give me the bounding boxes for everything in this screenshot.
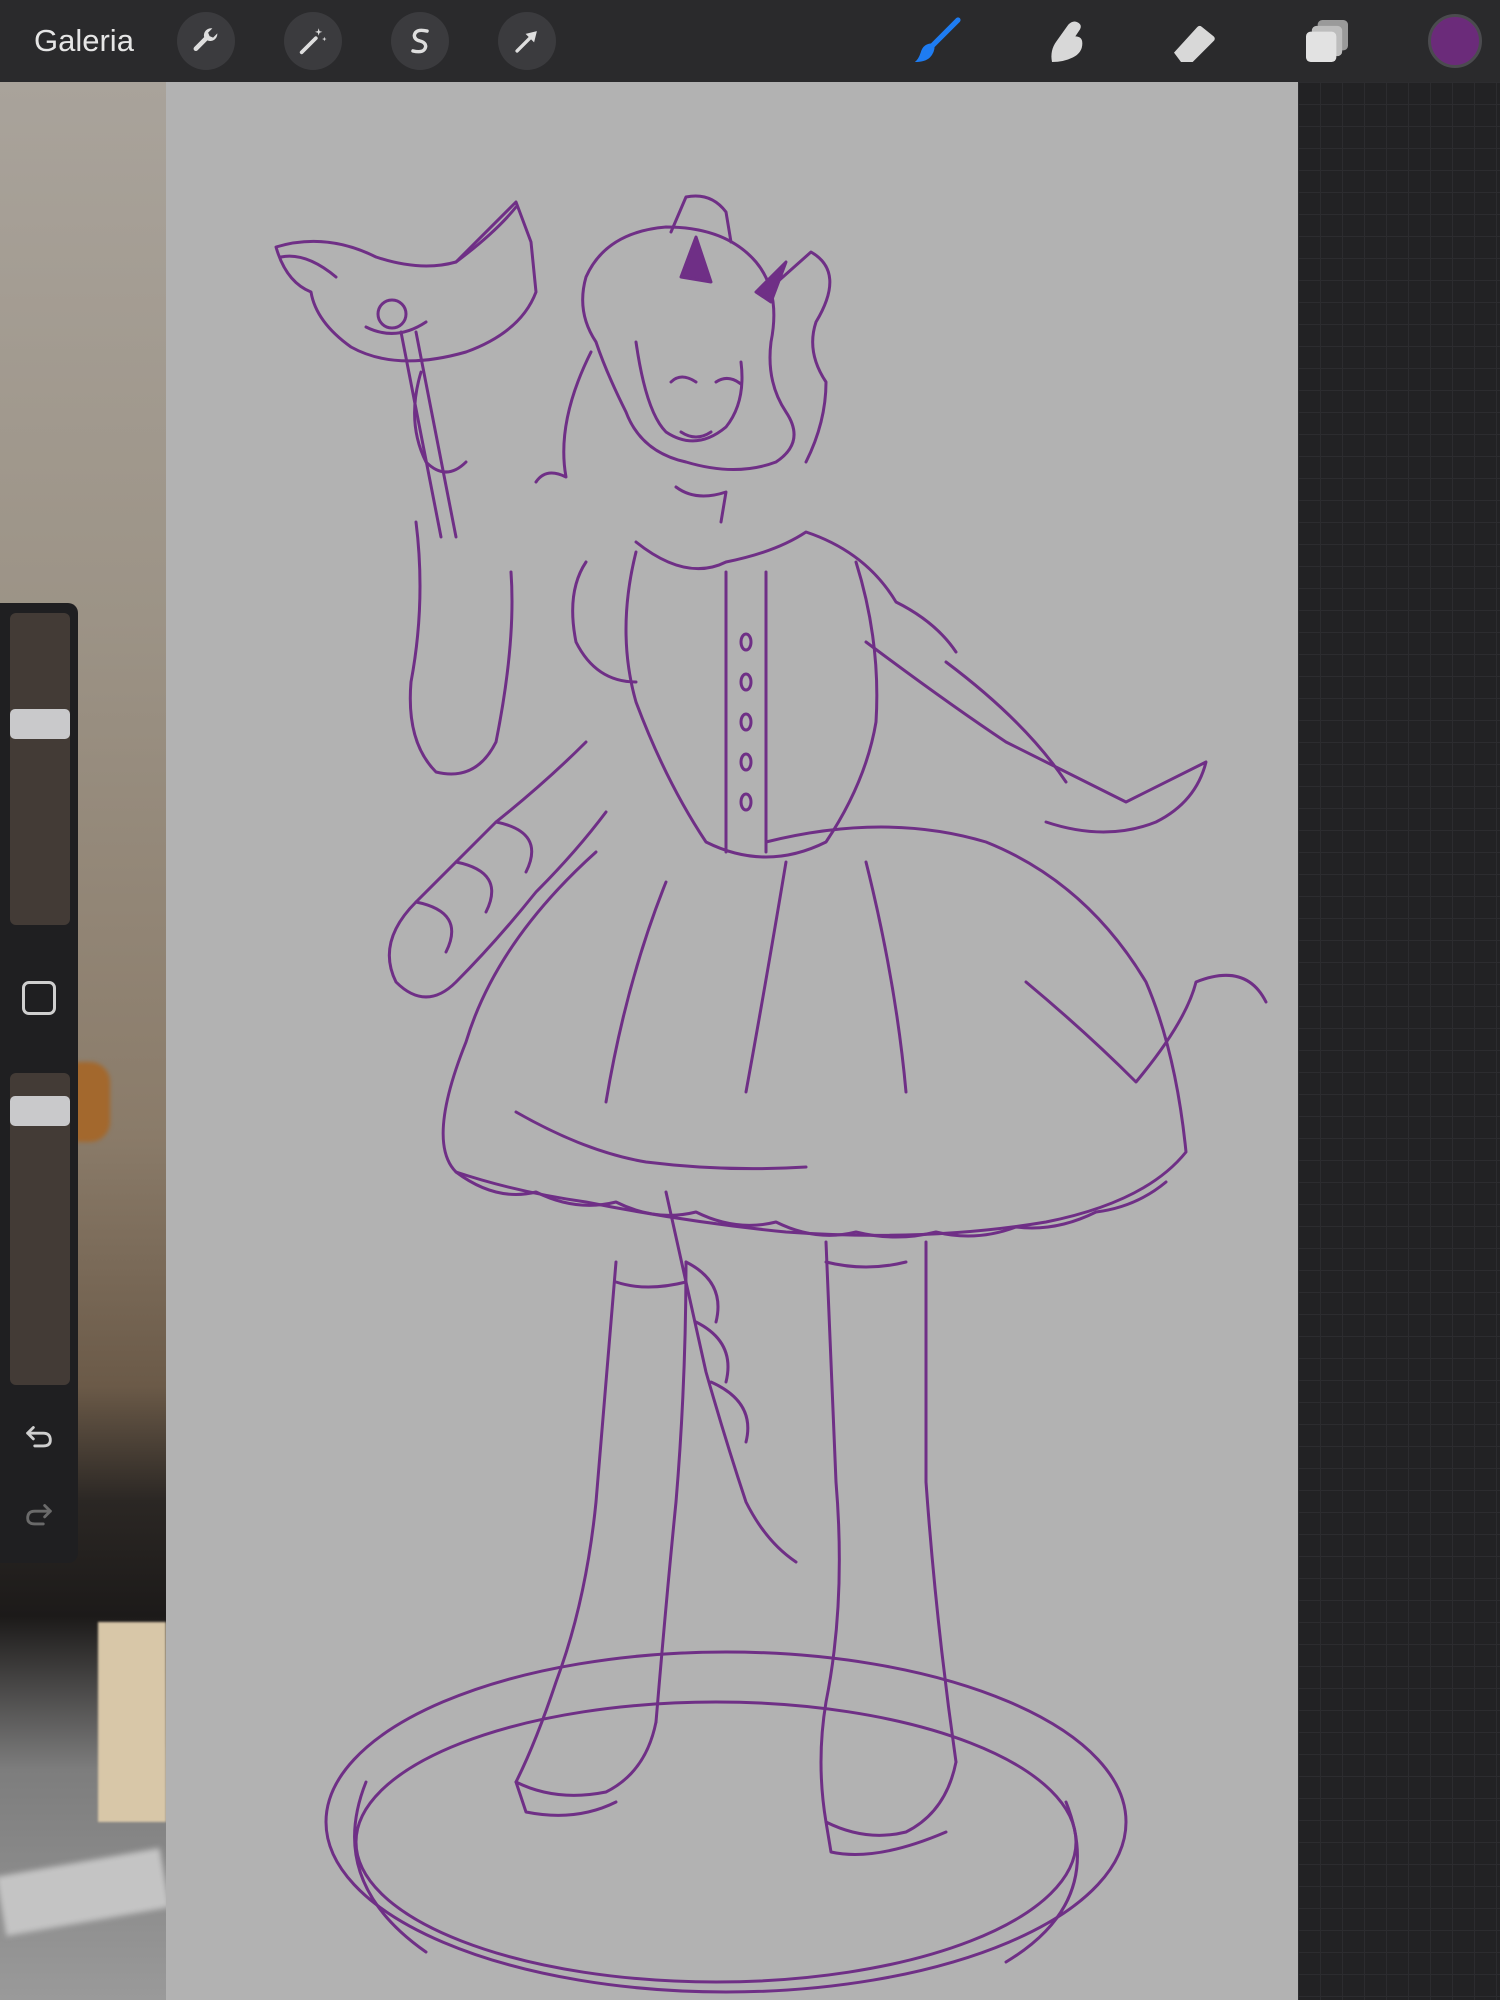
- selection-button[interactable]: [391, 12, 449, 70]
- body-sketch: [408, 520, 1208, 859]
- brush-size-slider[interactable]: [10, 613, 70, 925]
- undo-arrow-icon: [26, 1426, 52, 1448]
- actions-button[interactable]: [177, 12, 235, 70]
- magic-wand-icon: [299, 28, 327, 55]
- background-photo-detail: [0, 1848, 170, 1936]
- undo-button[interactable]: [18, 1415, 60, 1457]
- drawing-canvas[interactable]: [166, 82, 1298, 2000]
- gallery-button[interactable]: Galeria: [34, 20, 134, 62]
- brush-tool-button[interactable]: [906, 12, 968, 70]
- transform-button[interactable]: [498, 12, 556, 70]
- opacity-thumb[interactable]: [10, 1096, 70, 1126]
- skirt-sketch: [441, 825, 1268, 1239]
- redo-arrow-icon: [26, 1504, 52, 1526]
- legs-sketch: [514, 1240, 958, 1856]
- adjustments-button[interactable]: [284, 12, 342, 70]
- layers-icon: [1306, 20, 1348, 62]
- eraser-icon: [1174, 25, 1215, 62]
- eraser-tool-button[interactable]: [1164, 12, 1226, 70]
- braid-sketch: [387, 740, 798, 1564]
- top-toolbar: Galeria: [0, 0, 1500, 82]
- square-modify-icon[interactable]: [22, 981, 56, 1015]
- workspace-grid: [1298, 82, 1500, 2000]
- brush-icon: [914, 17, 961, 62]
- opacity-slider[interactable]: [10, 1073, 70, 1385]
- left-sidebar: [0, 603, 78, 1563]
- redo-button[interactable]: [18, 1493, 60, 1535]
- procreate-app: Galeria: [0, 0, 1500, 2000]
- brush-size-thumb[interactable]: [10, 709, 70, 739]
- layers-button[interactable]: [1296, 12, 1358, 70]
- smudge-tool-button[interactable]: [1035, 12, 1097, 70]
- head-sketch: [534, 194, 832, 524]
- sketch-artwork: [274, 194, 1268, 1994]
- arrow-cursor-icon: [515, 31, 537, 53]
- smudge-finger-icon: [1051, 21, 1083, 62]
- base-sketch: [324, 1650, 1128, 1994]
- color-picker-button[interactable]: [1428, 14, 1482, 68]
- selection-s-icon: [411, 28, 429, 54]
- background-photo-detail: [98, 1622, 166, 1822]
- cat-mask-sketch: [274, 200, 538, 539]
- wrench-icon: [193, 28, 218, 52]
